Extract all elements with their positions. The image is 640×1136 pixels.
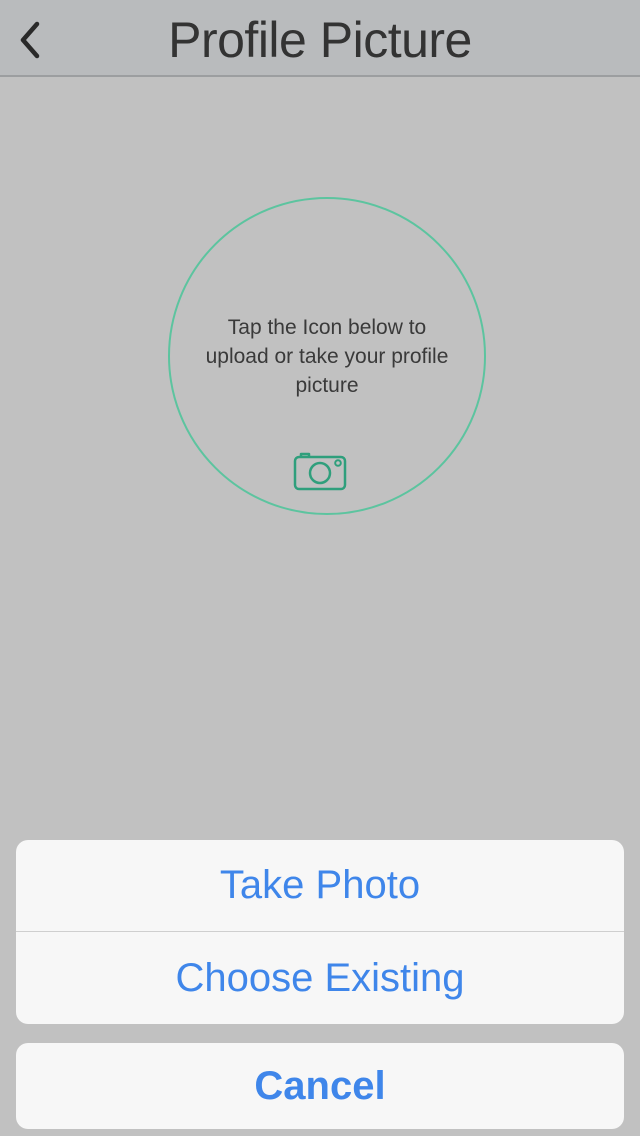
chevron-left-icon: [20, 21, 40, 59]
cancel-action-group: Cancel: [16, 1043, 624, 1129]
photo-action-sheet: Take Photo Choose Existing: [16, 840, 624, 1024]
upload-hint-line: Tap the Icon below to: [227, 316, 427, 339]
camera-icon: [293, 452, 347, 491]
navigation-bar: Profile Picture: [0, 0, 640, 77]
take-photo-button[interactable]: Take Photo: [16, 840, 624, 932]
choose-existing-button[interactable]: Choose Existing: [16, 932, 624, 1024]
camera-button[interactable]: [292, 448, 348, 492]
upload-hint-line: upload or take your profile: [205, 345, 449, 368]
cancel-button[interactable]: Cancel: [16, 1043, 624, 1129]
page-title: Profile Picture: [168, 12, 472, 68]
upload-hint-line: picture: [295, 374, 359, 397]
back-button[interactable]: [8, 12, 52, 68]
upload-hint-text: Tap the Icon below to upload or take you…: [180, 313, 474, 400]
